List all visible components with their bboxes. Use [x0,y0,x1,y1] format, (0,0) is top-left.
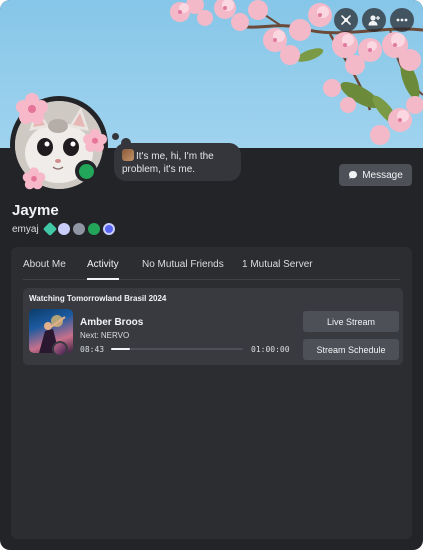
online-status-indicator [75,160,97,182]
tab-bar: About Me Activity No Mutual Friends 1 Mu… [23,259,400,280]
thought-bubble-dot [112,133,119,140]
live-stream-button[interactable]: Live Stream [303,311,399,332]
add-friend-icon [368,15,380,26]
total-duration: 01:00:00 [251,345,290,354]
username[interactable]: emyaj [12,224,39,235]
display-name: Jayme [12,202,59,219]
custom-status-text: It's me, hi, I'm the problem, it's me. [122,151,214,175]
activity-next: Next: NERVO [80,331,130,340]
nitro-badge-icon[interactable] [58,223,70,235]
message-button-label: Message [362,169,403,181]
status-emoji-icon [122,149,134,161]
profile-card: It's me, hi, I'm the problem, it's me. M… [0,0,423,550]
progress-bar [111,348,243,350]
badge-list [42,221,115,237]
activity-card: Watching Tomorrowland Brasil 2024 Amber … [23,288,403,365]
profile-tabs-panel: About Me Activity No Mutual Friends 1 Mu… [11,247,412,539]
quest-badge-icon[interactable] [88,223,100,235]
flower-decoration [16,93,48,124]
server-boost-badge-icon[interactable] [73,223,85,235]
activity-artist: Amber Broos [80,317,144,328]
tab-activity[interactable]: Activity [87,259,119,280]
add-friend-button[interactable] [362,8,386,32]
tab-about-me[interactable]: About Me [23,259,66,280]
message-button[interactable]: Message [339,164,412,186]
flower-decoration [83,128,107,152]
active-developer-badge-icon[interactable] [103,223,115,235]
flower-decoration [22,167,46,190]
more-options-icon [396,18,408,22]
chat-bubble-icon [349,171,358,179]
hypesquad-badge-icon[interactable] [42,221,58,237]
progress-bar-fill [111,348,131,350]
voice-call-button[interactable] [334,8,358,32]
voice-call-icon [341,15,351,25]
stream-schedule-button[interactable]: Stream Schedule [303,339,399,360]
tab-mutual-servers[interactable]: 1 Mutual Server [242,259,313,280]
tab-mutual-friends[interactable]: No Mutual Friends [142,259,224,280]
elapsed-time: 08:43 [80,345,105,354]
stream-small-image [52,341,68,357]
more-options-button[interactable] [390,8,414,32]
custom-status-bubble: It's me, hi, I'm the problem, it's me. [114,143,241,181]
activity-title: Watching Tomorrowland Brasil 2024 [29,294,167,303]
